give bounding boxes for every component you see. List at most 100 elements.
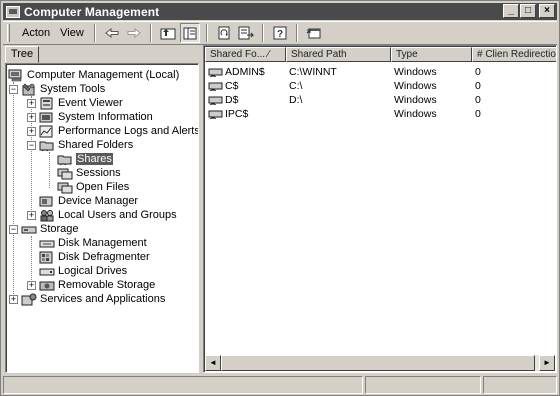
services-icon [21, 293, 37, 306]
toolbar-separator [149, 24, 152, 42]
tree-item-removable-storage[interactable]: Removable Storage [39, 278, 155, 292]
column-headers: Shared Fo... ⁄ Shared Path Type # Clien … [205, 47, 556, 62]
status-panel-resize-grip[interactable] [483, 376, 557, 394]
tree-item-label: Local Users and Groups [58, 209, 177, 221]
cell-type: Windows [394, 66, 437, 78]
new-window-icon[interactable] [304, 23, 324, 43]
shared-drive-icon [208, 67, 224, 78]
tree-item-disk-defragmenter[interactable]: Disk Defragmenter [39, 250, 150, 264]
tree-item-services-applications[interactable]: Services and Applications [21, 292, 165, 306]
column-header-type[interactable]: Type [391, 47, 472, 62]
tree-item-disk-management[interactable]: Disk Management [39, 236, 147, 250]
cell-shared-path: C:\WINNT [289, 66, 337, 78]
tree-item-shared-folders[interactable]: Shared Folders [39, 138, 133, 152]
cell-clients: 0 [475, 94, 481, 106]
share-name: D$ [225, 94, 239, 106]
back-arrow-icon[interactable] [102, 23, 122, 43]
share-name: ADMIN$ [225, 66, 265, 78]
expand-toggle[interactable]: + [27, 99, 36, 108]
toolbar-grip[interactable] [7, 24, 10, 42]
tree-item-sessions[interactable]: Sessions [57, 166, 121, 180]
column-header-shared-path[interactable]: Shared Path [286, 47, 391, 62]
status-bar [3, 376, 557, 394]
show-hide-tree-icon[interactable] [179, 23, 200, 43]
menu-action[interactable]: Acton [17, 27, 55, 39]
up-folder-icon[interactable] [158, 23, 178, 43]
tree-item-logical-drives[interactable]: Logical Drives [39, 264, 127, 278]
tree-item-label: Storage [40, 223, 79, 235]
column-header-clients[interactable]: # Clien Redirection [472, 47, 556, 62]
open-files-icon [57, 181, 73, 194]
tree-item-label: Open Files [76, 181, 130, 193]
toolbar-separator [93, 24, 96, 42]
tree-item-local-users-groups[interactable]: Local Users and Groups [39, 208, 177, 222]
cell-shared-path: C:\ [289, 80, 303, 92]
shared-folder-icon [39, 139, 55, 152]
collapse-toggle[interactable]: − [9, 225, 18, 234]
tree-item-label: Shared Folders [58, 139, 134, 151]
tree-item-label: Services and Applications [40, 293, 166, 305]
tree-item-system-tools[interactable]: System Tools [21, 82, 105, 96]
scroll-thumb[interactable] [221, 355, 535, 371]
tree-item-label: Device Manager [58, 195, 139, 207]
tree-item-device-manager[interactable]: Device Manager [39, 194, 138, 208]
horizontal-scrollbar[interactable]: ◄ ► [205, 355, 555, 371]
expand-toggle[interactable]: + [9, 295, 18, 304]
tree-item-computer-management[interactable]: Computer Management (Local) [8, 68, 179, 82]
storage-icon [21, 223, 37, 236]
list-item[interactable]: ADMIN$ C:\WINNT Windows 0 [205, 65, 556, 79]
tree-pane[interactable]: Computer Management (Local) − System Too… [5, 63, 199, 373]
minimize-button[interactable]: _ [503, 4, 519, 18]
export-list-icon[interactable] [236, 23, 256, 43]
tree-item-event-viewer[interactable]: Event Viewer [39, 96, 123, 110]
forward-arrow-icon[interactable] [124, 23, 144, 43]
tree-item-label: Event Viewer [58, 97, 123, 109]
cell-type: Windows [394, 80, 437, 92]
collapse-toggle[interactable]: − [9, 85, 18, 94]
list-item[interactable]: C$ C:\ Windows 0 [205, 79, 556, 93]
computer-management-icon [6, 5, 20, 18]
scroll-right-button[interactable]: ► [539, 355, 555, 371]
tree-item-performance-logs[interactable]: Performance Logs and Alerts [39, 124, 198, 138]
tree-item-open-files[interactable]: Open Files [57, 180, 129, 194]
svg-text:?: ? [277, 29, 283, 40]
status-panel [365, 376, 481, 394]
ipc-share-icon [208, 109, 224, 120]
event-viewer-icon [39, 97, 55, 110]
tree-item-storage[interactable]: Storage [21, 222, 79, 236]
expand-toggle[interactable]: + [27, 281, 36, 290]
list-item[interactable]: IPC$ Windows 0 [205, 107, 556, 121]
expand-toggle[interactable]: + [27, 113, 36, 122]
tree-connector [49, 152, 50, 188]
logical-drives-icon [39, 265, 55, 278]
shares-icon [57, 153, 73, 166]
system-info-icon [39, 111, 55, 124]
cell-clients: 0 [475, 108, 481, 120]
shared-drive-icon [208, 95, 224, 106]
tree-item-system-information[interactable]: System Information [39, 110, 153, 124]
expand-toggle[interactable]: + [27, 127, 36, 136]
tree-item-label: Logical Drives [58, 265, 128, 277]
tree-item-label: System Tools [40, 83, 106, 95]
tree-item-label: System Information [58, 111, 153, 123]
scroll-left-button[interactable]: ◄ [205, 355, 221, 371]
collapse-toggle[interactable]: − [27, 141, 36, 150]
status-panel [3, 376, 363, 394]
menu-view[interactable]: View [55, 27, 89, 39]
maximize-button[interactable]: □ [520, 4, 536, 18]
cell-share-name: ADMIN$ [205, 66, 286, 78]
device-manager-icon [39, 195, 55, 208]
refresh-icon[interactable] [214, 23, 234, 43]
list-item[interactable]: D$ D:\ Windows 0 [205, 93, 556, 107]
cell-clients: 0 [475, 80, 481, 92]
removable-storage-icon [39, 279, 55, 292]
cell-type: Windows [394, 108, 437, 120]
tab-tree[interactable]: Tree [5, 46, 39, 63]
expand-toggle[interactable]: + [27, 211, 36, 220]
title-bar[interactable]: Computer Management _ □ × [3, 3, 557, 20]
close-button[interactable]: × [539, 4, 555, 18]
help-icon[interactable]: ? [270, 23, 290, 43]
column-header-shared-folder[interactable]: Shared Fo... ⁄ [205, 47, 286, 62]
details-pane[interactable]: Shared Fo... ⁄ Shared Path Type # Clien … [203, 45, 557, 373]
tree-item-shares[interactable]: Shares [57, 152, 113, 166]
